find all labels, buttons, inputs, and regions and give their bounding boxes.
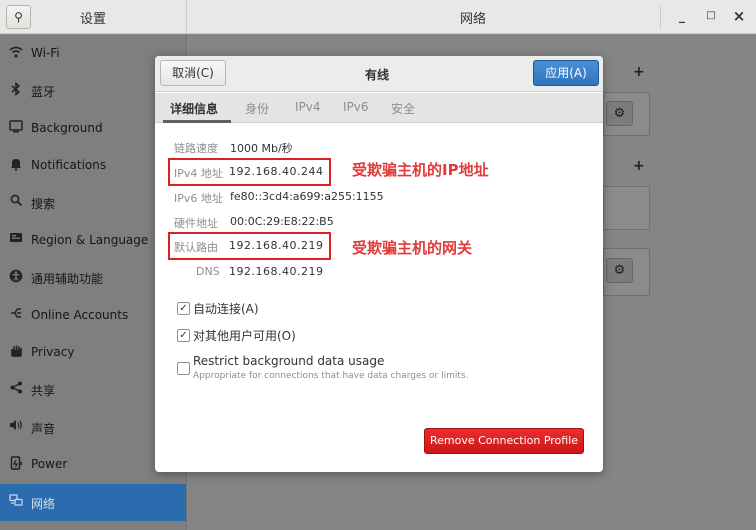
- search-button[interactable]: ⚲: [6, 5, 31, 29]
- sidebar-item-label: 通用辅助功能: [31, 272, 104, 286]
- gateway-annotation: 受欺骗主机的网关: [352, 239, 473, 257]
- dialog-title: 有线: [365, 68, 390, 82]
- sidebar-item-label: Wi-Fi: [31, 46, 60, 60]
- add-connection-plus[interactable]: +: [633, 64, 645, 80]
- tab-ipv4[interactable]: IPv4: [295, 100, 321, 114]
- sidebar-item-network[interactable]: 网络: [0, 484, 186, 521]
- remove-connection-button[interactable]: Remove Connection Profile: [424, 428, 584, 454]
- share-icon: [9, 381, 23, 397]
- route-highlight-box: [168, 232, 331, 260]
- ip-annotation: 受欺骗主机的IP地址: [352, 161, 489, 179]
- sidebar-item-label: Notifications: [31, 158, 107, 172]
- accessibility-icon: [9, 269, 23, 285]
- sidebar-item-label: 声音: [31, 422, 56, 436]
- dns-value: 192.168.40.219: [229, 265, 324, 278]
- tab-security[interactable]: 安全: [391, 100, 415, 117]
- search-icon: ⚲: [14, 10, 23, 24]
- link-speed-label: 链路速度: [174, 142, 218, 155]
- all-users-label[interactable]: 对其他用户可用(O): [193, 327, 296, 344]
- dialog-header: 取消(C) 有线 应用(A): [155, 56, 603, 92]
- all-users-checkbox[interactable]: ✓: [177, 329, 190, 342]
- auto-connect-label[interactable]: 自动连接(A): [193, 300, 259, 317]
- tab-ipv6[interactable]: IPv6: [343, 100, 369, 114]
- gear-icon: ⚙: [613, 263, 626, 278]
- settings-title: 设置: [80, 12, 107, 27]
- gear-icon: ⚙: [613, 106, 626, 121]
- sidebar-item-label: Online Accounts: [31, 308, 129, 322]
- settings-header: ⚲ 设置: [0, 0, 187, 34]
- network-icon: [9, 494, 23, 510]
- close-button[interactable]: ×: [731, 8, 747, 24]
- vpn-panel: [603, 186, 650, 230]
- maximize-button[interactable]: □: [703, 8, 719, 24]
- hardware-address-value: 00:0C:29:E8:22:B5: [230, 215, 334, 228]
- ipv4-highlight-box: [168, 158, 331, 186]
- sidebar-item-label: 搜索: [31, 197, 56, 211]
- dialog-tabs: 详细信息 身份 IPv4 IPv6 安全: [155, 93, 603, 123]
- restrict-data-checkbox[interactable]: [177, 362, 190, 375]
- power-icon: [9, 456, 23, 472]
- sidebar-item-label: 网络: [31, 497, 56, 511]
- proxy-settings-gear[interactable]: ⚙: [606, 258, 633, 283]
- wired-settings-gear[interactable]: ⚙: [606, 101, 633, 126]
- bell-icon: [9, 157, 23, 173]
- window-separator: [660, 6, 661, 28]
- restrict-data-label[interactable]: Restrict background data usage: [193, 354, 384, 368]
- search-icon: [9, 194, 23, 210]
- active-tab-indicator: [163, 120, 231, 123]
- wired-dialog: 取消(C) 有线 应用(A) 详细信息 身份 IPv4 IPv6 安全 链路速度…: [155, 56, 603, 472]
- window-header: ⚲ 设置 网络 _ □ ×: [0, 0, 756, 34]
- restrict-data-sublabel: Appropriate for connections that have da…: [193, 371, 469, 381]
- sidebar-item-label: Background: [31, 121, 103, 135]
- tab-identity[interactable]: 身份: [245, 100, 269, 117]
- cancel-button[interactable]: 取消(C): [160, 60, 226, 86]
- hardware-address-label: 硬件地址: [174, 217, 218, 230]
- add-vpn-plus[interactable]: +: [633, 158, 645, 174]
- speaker-icon: [9, 419, 23, 435]
- page-title: 网络: [460, 12, 487, 27]
- ipv6-label: IPv6 地址: [174, 192, 223, 205]
- minimize-button[interactable]: _: [674, 8, 690, 24]
- link-speed-value: 1000 Mb/秒: [230, 142, 293, 155]
- auto-connect-checkbox[interactable]: ✓: [177, 302, 190, 315]
- sidebar-item-label: Power: [31, 457, 68, 471]
- background-icon: [9, 120, 23, 136]
- hand-icon: [9, 344, 23, 360]
- region-icon: [9, 232, 23, 248]
- sidebar-item-label: 共享: [31, 384, 56, 398]
- sidebar-item-label: Region & Language: [31, 233, 149, 247]
- dns-label: DNS: [196, 265, 220, 278]
- online-accounts-icon: [9, 307, 23, 323]
- apply-button[interactable]: 应用(A): [533, 60, 599, 86]
- wifi-icon: [9, 45, 23, 61]
- ipv6-value: fe80::3cd4:a699:a255:1155: [230, 190, 384, 203]
- tab-details[interactable]: 详细信息: [170, 100, 218, 117]
- sidebar-item-label: 蓝牙: [31, 85, 56, 99]
- bluetooth-icon: [9, 81, 23, 98]
- sidebar-item-label: Privacy: [31, 345, 75, 359]
